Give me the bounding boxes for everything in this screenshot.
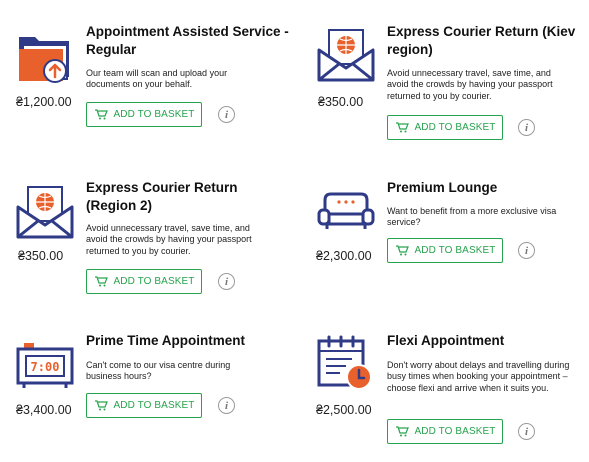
info-icon[interactable]: i: [518, 119, 535, 136]
service-price: ₴2,300.00: [316, 249, 372, 263]
service-description: Want to benefit from a more exclusive vi…: [387, 206, 557, 228]
service-price: ₴350.00: [18, 249, 64, 263]
service-description: Don't worry about delays and travelling …: [387, 360, 570, 393]
add-to-basket-label: ADD TO BASKET: [414, 122, 496, 133]
basket-icon: [395, 245, 409, 256]
service-description: Avoid unnecessary travel, save time, and…: [387, 68, 553, 101]
info-icon[interactable]: i: [218, 397, 235, 414]
basket-icon: [395, 426, 409, 437]
sofa-icon: [315, 180, 377, 242]
add-to-basket-button[interactable]: ADD TO BASKET: [86, 269, 202, 294]
service-price: ₴2,500.00: [316, 403, 372, 417]
service-title: Premium Lounge: [387, 180, 498, 195]
service-title: Appointment Assisted Service - Regular: [86, 24, 289, 57]
add-to-basket-label: ADD TO BASKET: [113, 400, 195, 411]
service-price: ₴3,400.00: [16, 403, 72, 417]
add-to-basket-label: ADD TO BASKET: [113, 276, 195, 287]
basket-icon: [94, 400, 108, 411]
add-to-basket-button[interactable]: ADD TO BASKET: [387, 419, 503, 444]
service-title: Flexi Appointment: [387, 333, 505, 348]
add-to-basket-button[interactable]: ADD TO BASKET: [86, 102, 202, 127]
service-description: Our team will scan and upload your docum…: [86, 68, 228, 90]
digital-clock-icon: 7:00: [14, 335, 76, 397]
clock-readout: 7:00: [31, 360, 60, 374]
service-title: Express Courier Return (Region 2): [86, 180, 238, 213]
info-icon[interactable]: i: [518, 423, 535, 440]
info-icon[interactable]: i: [218, 106, 235, 123]
add-to-basket-button[interactable]: ADD TO BASKET: [387, 115, 503, 140]
basket-icon: [395, 122, 409, 133]
info-icon[interactable]: i: [218, 273, 235, 290]
add-to-basket-button[interactable]: ADD TO BASKET: [387, 238, 503, 263]
service-price: ₴350.00: [318, 95, 364, 109]
basket-icon: [94, 276, 108, 287]
add-to-basket-label: ADD TO BASKET: [414, 245, 496, 256]
service-price: ₴1,200.00: [16, 95, 72, 109]
service-title: Express Courier Return (Kiev region): [387, 24, 576, 57]
envelope-globe-icon: [315, 26, 377, 88]
envelope-globe-icon: [14, 183, 76, 245]
add-to-basket-label: ADD TO BASKET: [113, 109, 195, 120]
add-to-basket-button[interactable]: ADD TO BASKET: [86, 393, 202, 418]
service-description: Can't come to our visa centre during bus…: [86, 360, 231, 382]
info-icon[interactable]: i: [518, 242, 535, 259]
service-title: Prime Time Appointment: [86, 333, 246, 348]
add-to-basket-label: ADD TO BASKET: [414, 426, 496, 437]
folder-upload-icon: [14, 29, 76, 91]
calendar-clock-icon: [315, 333, 377, 395]
basket-icon: [94, 109, 108, 120]
service-description: Avoid unnecessary travel, save time, and…: [86, 223, 252, 256]
